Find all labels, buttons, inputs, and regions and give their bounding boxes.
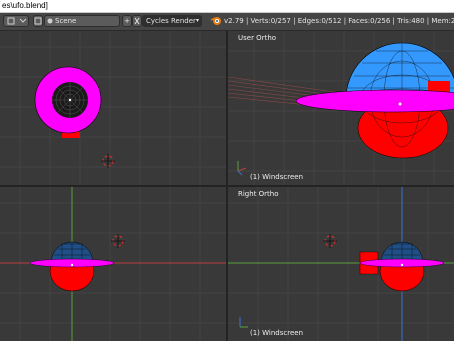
- viewport-top-right[interactable]: User Ortho (1) Windscreen: [228, 31, 454, 185]
- delete-scene-button[interactable]: [132, 15, 142, 27]
- info-header: Scene + Cycles Render ▾ v2.79 | Verts:0/…: [0, 13, 454, 31]
- viewport-footer: (1) Windscreen: [250, 329, 304, 337]
- 3d-cursor-icon: [323, 234, 337, 248]
- viewport-canvas: [228, 187, 454, 341]
- viewport-bottom-left[interactable]: [0, 187, 226, 341]
- scene-selector[interactable]: Scene: [44, 15, 120, 27]
- viewport-canvas: [0, 31, 226, 185]
- viewport-name: Right Ortho: [238, 190, 279, 198]
- viewport-name: User Ortho: [238, 34, 277, 42]
- axis-gizmo: [237, 161, 247, 176]
- render-engine-label: Cycles Render: [146, 17, 196, 25]
- render-engine-dropdown[interactable]: Cycles Render ▾: [142, 15, 202, 27]
- close-icon: [134, 17, 140, 25]
- screen-layout-selector[interactable]: [33, 15, 43, 27]
- 3d-cursor-icon: [101, 154, 115, 168]
- window-titlebar: es\ufo.blend]: [0, 0, 454, 13]
- viewport-footer: (1) Windscreen: [250, 173, 304, 181]
- grid-icon: [34, 17, 42, 25]
- viewport-canvas: [0, 187, 226, 341]
- view3d-icon: [7, 17, 27, 25]
- blender-window: es\ufo.blend] Scene + Cycles Render ▾ v2…: [0, 0, 454, 341]
- blender-logo-icon: [210, 17, 221, 25]
- window-title: es\ufo.blend]: [2, 1, 48, 10]
- viewport-canvas: [228, 31, 454, 185]
- scene-statistics: v2.79 | Verts:0/257 | Edges:0/512 | Face…: [224, 17, 454, 25]
- editor-type-menu[interactable]: [3, 15, 29, 27]
- scene-name: Scene: [55, 17, 77, 25]
- 3d-cursor-icon: [111, 234, 125, 248]
- viewport-bottom-right[interactable]: Right Ortho (1) Windscreen: [228, 187, 454, 341]
- axis-gizmo: [239, 317, 248, 328]
- add-scene-button[interactable]: +: [122, 15, 132, 27]
- chevron-down-icon: ▾: [195, 17, 199, 24]
- viewport-top-left[interactable]: [0, 31, 226, 185]
- scene-icon: [47, 18, 53, 24]
